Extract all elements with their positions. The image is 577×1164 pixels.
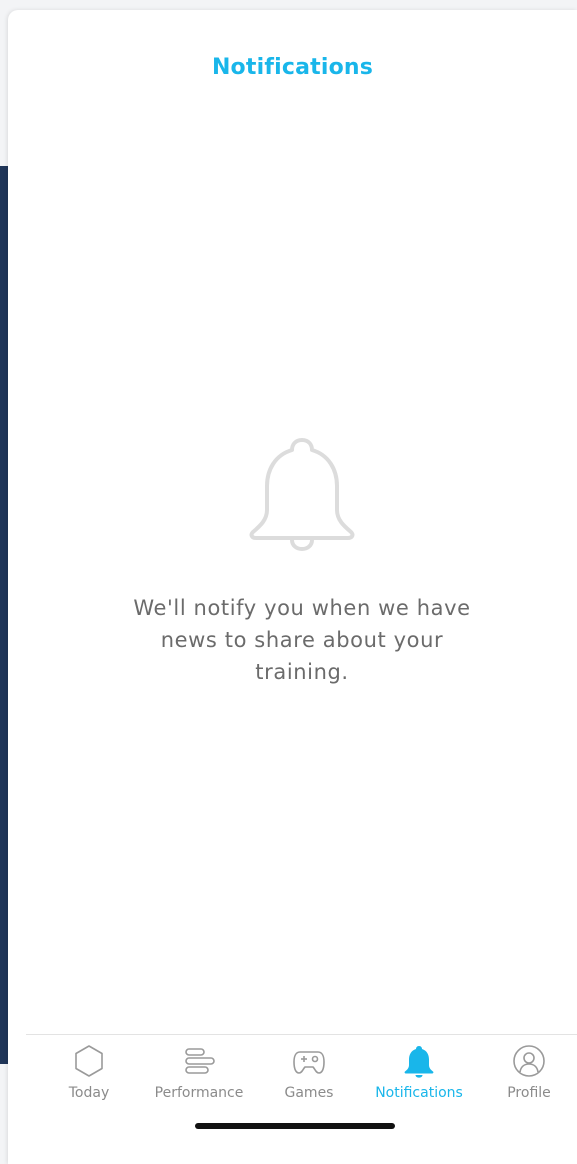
tab-profile[interactable]: Profile — [474, 1043, 577, 1107]
tab-today[interactable]: Today — [34, 1043, 144, 1107]
app-screen: Notifications We'll notify you when we h… — [0, 0, 577, 1164]
empty-state-line: training. — [255, 660, 349, 684]
hexagon-icon — [75, 1045, 103, 1077]
tab-performance[interactable]: Performance — [144, 1043, 254, 1107]
tab-label: Performance — [154, 1085, 244, 1101]
empty-state-message: We'll notify you when we have news to sh… — [92, 592, 512, 688]
tab-label: Today — [68, 1085, 110, 1101]
notifications-sheet: Notifications We'll notify you when we h… — [8, 10, 577, 1164]
tab-games[interactable]: Games — [254, 1043, 364, 1107]
profile-icon — [513, 1045, 545, 1077]
empty-state-line: We'll notify you when we have — [133, 596, 471, 620]
tab-label: Games — [284, 1085, 334, 1101]
bell-outline-icon — [249, 438, 355, 551]
tab-bar: Today Performance Games Notifications Pr… — [26, 1034, 577, 1107]
tab-label: Notifications — [375, 1085, 463, 1101]
bars-icon — [185, 1048, 215, 1074]
background-app-strip — [0, 166, 8, 1064]
tab-label: Profile — [507, 1085, 551, 1101]
home-indicator[interactable] — [195, 1123, 395, 1129]
gamepad-icon — [293, 1051, 325, 1074]
page-title: Notifications — [211, 55, 374, 80]
tab-notifications[interactable]: Notifications — [364, 1043, 474, 1107]
bell-icon — [404, 1046, 434, 1078]
empty-state-line: news to share about your — [160, 628, 444, 652]
